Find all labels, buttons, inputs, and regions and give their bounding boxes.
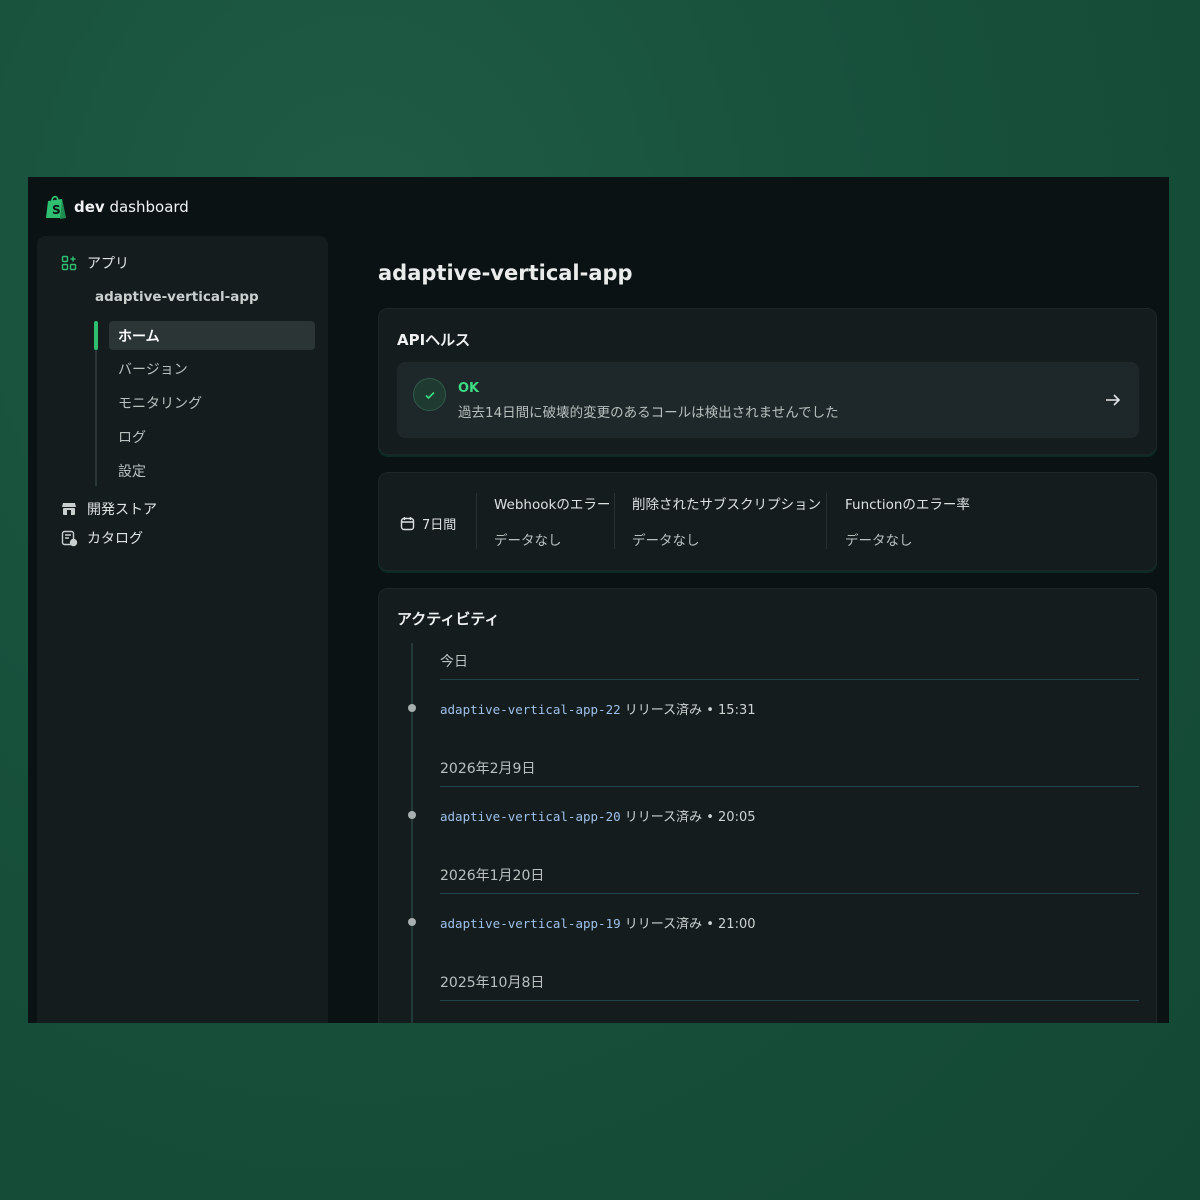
activity-event[interactable]: adaptive-vertical-app-19 リリース済み • 21:00: [440, 913, 756, 932]
shopify-bag-icon[interactable]: S: [44, 194, 68, 220]
svg-text:S: S: [52, 203, 61, 217]
metric-value: データなし: [632, 533, 700, 549]
sidebar-item-home[interactable]: ホーム: [109, 321, 315, 350]
api-health-status: OK: [458, 381, 480, 396]
event-version-link[interactable]: adaptive-vertical-app-19: [440, 916, 621, 931]
arrow-right-icon[interactable]: [1103, 390, 1123, 410]
catalog-icon: [60, 529, 78, 547]
event-version-link[interactable]: adaptive-vertical-app-22: [440, 702, 621, 717]
event-status: リリース済み • 21:00: [620, 917, 756, 932]
sidebar-item-logs[interactable]: ログ: [109, 422, 315, 451]
brand-title[interactable]: dev dashboard: [74, 198, 189, 216]
activity-date: 2025年10月8日: [440, 975, 545, 991]
timeline-track: [411, 643, 413, 1023]
subnav-active-indicator: [94, 321, 98, 350]
activity-card: アクティビティ 今日 adaptive-vertical-app-22 リリース…: [378, 588, 1157, 1023]
top-bar: S dev dashboard: [28, 177, 1169, 235]
api-health-title: APIヘルス: [397, 331, 471, 349]
api-health-description: 過去14日間に破壊的変更のあるコールは検出されませんでした: [458, 405, 839, 421]
page-title: adaptive-vertical-app: [378, 261, 633, 285]
calendar-icon: [400, 517, 415, 531]
event-status: リリース済み • 15:31: [620, 703, 756, 718]
activity-date: 2026年2月9日: [440, 761, 536, 777]
sidebar-item-settings[interactable]: 設定: [109, 456, 315, 485]
check-icon: [413, 378, 446, 411]
timeline-dot: [408, 704, 416, 712]
metric-label: Webhookのエラー: [494, 497, 611, 513]
date-divider: [440, 893, 1139, 894]
metric-label: 削除されたサブスクリプション: [632, 497, 821, 513]
sidebar-item-apps[interactable]: アプリ: [60, 253, 129, 273]
sidebar-item-versions[interactable]: バージョン: [109, 354, 315, 383]
sidebar-app-name[interactable]: adaptive-vertical-app: [95, 289, 259, 305]
sidebar: アプリ adaptive-vertical-app ホーム バージョン モニタリ…: [37, 236, 328, 1023]
activity-event[interactable]: adaptive-vertical-app-20 リリース済み • 20:05: [440, 806, 756, 825]
metric-value: データなし: [494, 533, 562, 549]
period-selector[interactable]: 7日間: [400, 514, 456, 533]
activity-date: 2026年1月20日: [440, 868, 545, 884]
timeline-dot: [408, 918, 416, 926]
activity-date: 今日: [440, 654, 468, 670]
metric-divider: [476, 493, 477, 549]
metrics-card: 7日間 Webhookのエラー データなし 削除されたサブスクリプション データ…: [378, 472, 1157, 571]
timeline-dot: [408, 811, 416, 819]
activity-title: アクティビティ: [397, 610, 500, 628]
event-status: リリース済み • 20:05: [620, 810, 756, 825]
sidebar-item-apps-label: アプリ: [87, 256, 129, 272]
date-divider: [440, 786, 1139, 787]
store-icon: [60, 500, 78, 518]
activity-event[interactable]: adaptive-vertical-app-22 リリース済み • 15:31: [440, 699, 756, 718]
api-health-card: APIヘルス OK 過去14日間に破壊的変更のあるコールは検出されませんでした: [378, 308, 1157, 455]
metric-label: Functionのエラー率: [845, 497, 970, 513]
apps-grid-icon: [60, 254, 78, 272]
metric-value: データなし: [845, 533, 913, 549]
period-label: 7日間: [422, 518, 457, 533]
metric-divider: [826, 493, 827, 549]
date-divider: [440, 679, 1139, 680]
sidebar-item-catalog[interactable]: カタログ: [60, 528, 143, 548]
sidebar-item-catalog-label: カタログ: [87, 531, 143, 547]
event-version-link[interactable]: adaptive-vertical-app-20: [440, 809, 621, 824]
api-health-status-row[interactable]: OK 過去14日間に破壊的変更のあるコールは検出されませんでした: [397, 362, 1139, 438]
metric-divider: [614, 493, 615, 549]
sidebar-item-dev-stores-label: 開発ストア: [87, 502, 157, 518]
sidebar-item-monitoring[interactable]: モニタリング: [109, 388, 315, 417]
date-divider: [440, 1000, 1139, 1001]
dashboard-window: S dev dashboard アプリ adaptive-vertical-ap…: [28, 177, 1169, 1023]
sidebar-item-dev-stores[interactable]: 開発ストア: [60, 499, 157, 519]
